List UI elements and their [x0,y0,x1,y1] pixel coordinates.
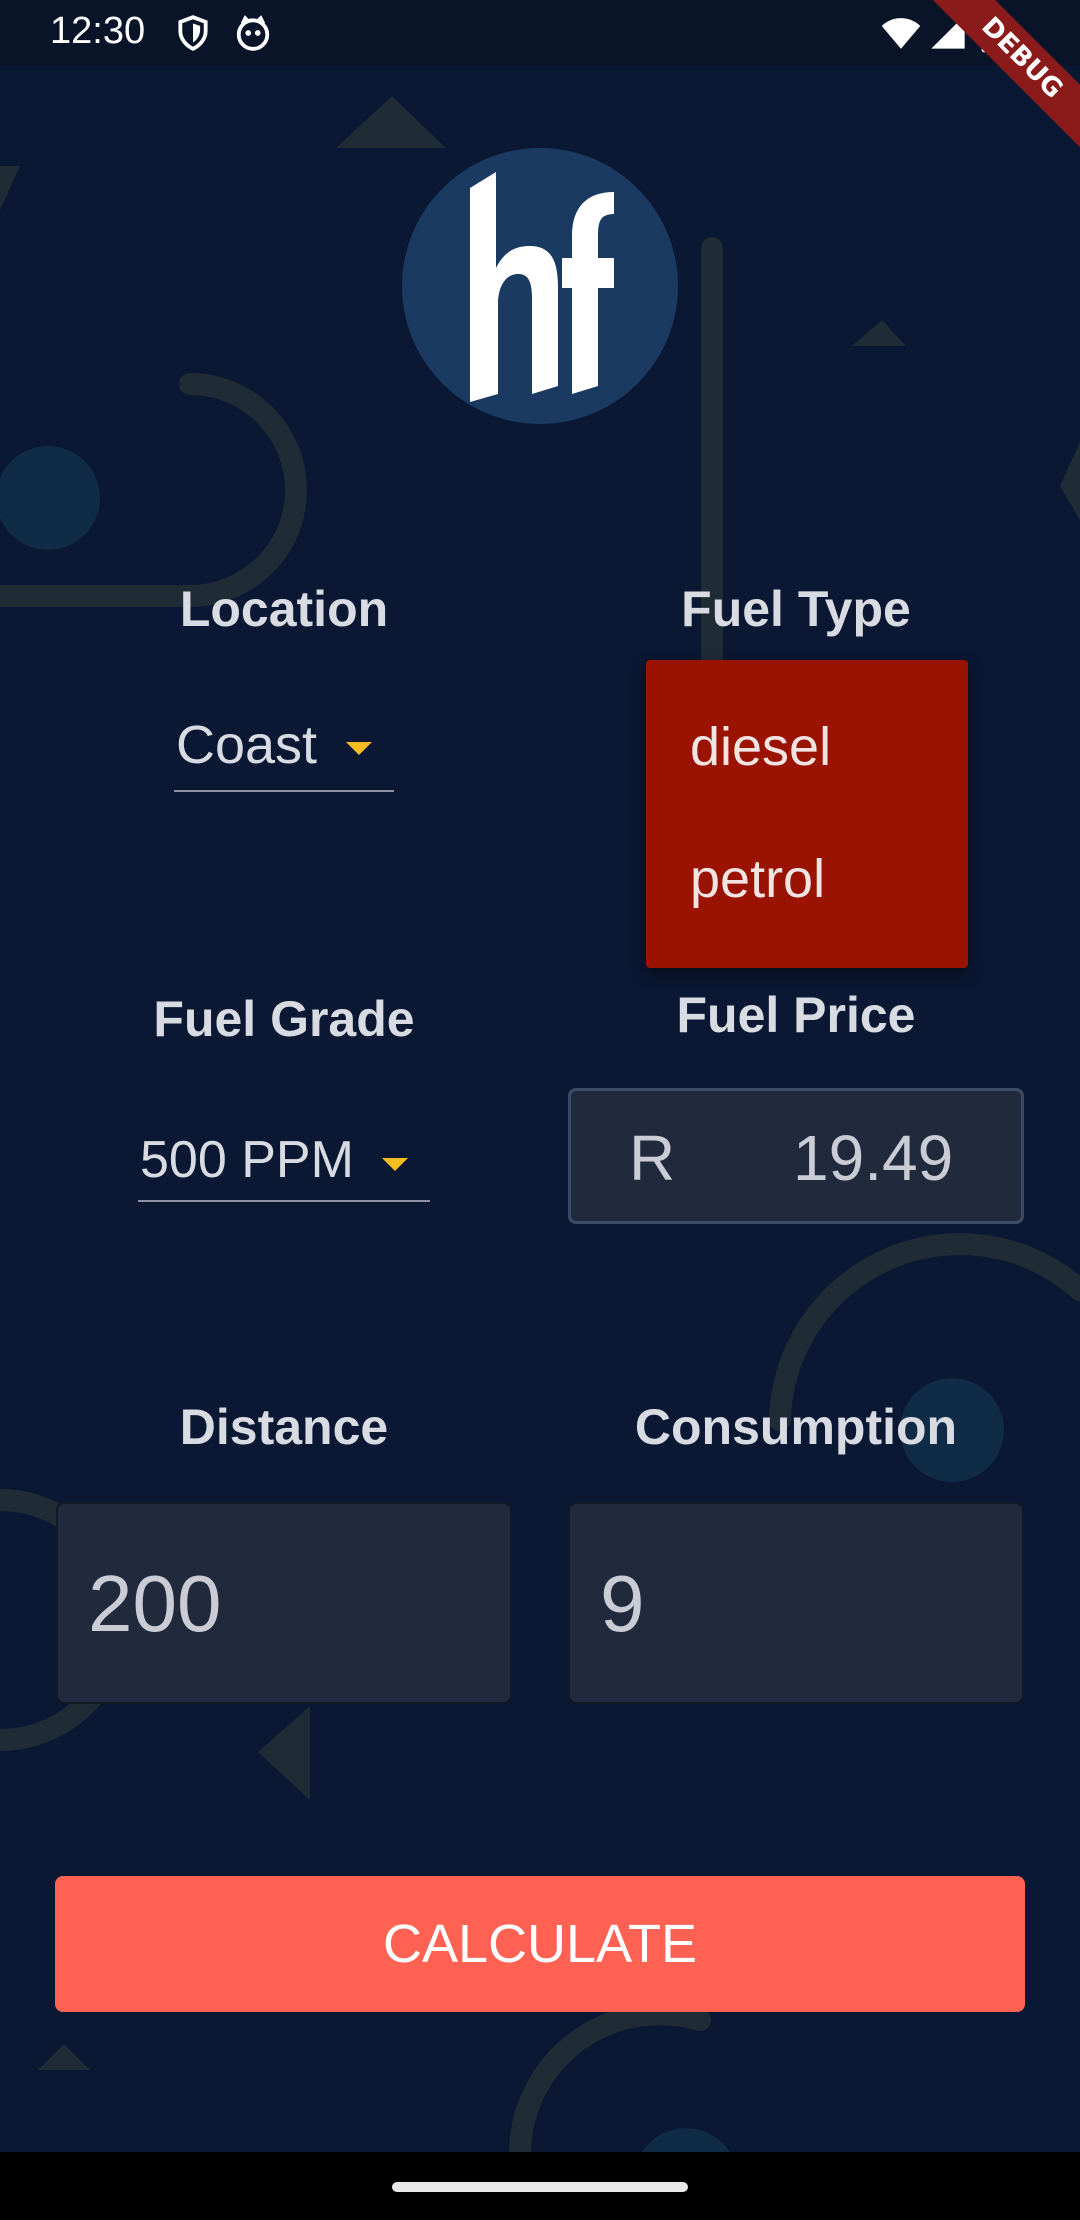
calculate-button[interactable]: CALCULATE [55,1876,1025,2012]
location-underline [174,790,394,792]
app-notification-icon [236,15,270,51]
fuel-grade-label: Fuel Grade [153,991,415,1047]
fuel-grade-underline [138,1200,430,1202]
home-gesture-handle[interactable] [392,2182,688,2192]
debug-ribbon: DEBUG [880,0,1080,200]
fuel-type-option-petrol[interactable]: petrol [690,848,825,910]
status-time: 12:30 [50,10,146,52]
fuel-price-label: Fuel Price [676,987,916,1043]
shield-icon [178,15,208,51]
fuel-type-option-diesel[interactable]: diesel [690,716,831,778]
location-caret-icon [346,742,372,755]
fuel-grade-caret-icon [382,1158,408,1171]
location-label: Location [179,581,389,637]
location-dropdown[interactable]: Coast [174,706,394,792]
consumption-input[interactable]: 9 [568,1502,1024,1704]
fuel-grade-value: 500 PPM [140,1131,354,1189]
fuel-price-value: 19.49 [793,1122,954,1194]
debug-banner-label: DEBUG [921,0,1080,159]
fuel-type-label: Fuel Type [681,581,911,637]
distance-value: 200 [88,1559,222,1648]
fuel-price-field[interactable]: R 19.49 [568,1088,1024,1224]
location-value: Coast [176,715,318,775]
consumption-label: Consumption [634,1399,958,1455]
fuel-grade-dropdown[interactable]: 500 PPM [138,1116,430,1202]
distance-input[interactable]: 200 [56,1502,512,1704]
fuel-price-currency: R [629,1122,676,1194]
logo-mark [470,172,614,402]
distance-label: Distance [179,1399,389,1455]
fuel-type-menu: diesel petrol [646,660,968,968]
consumption-value: 9 [600,1559,645,1648]
app-logo [402,148,678,424]
